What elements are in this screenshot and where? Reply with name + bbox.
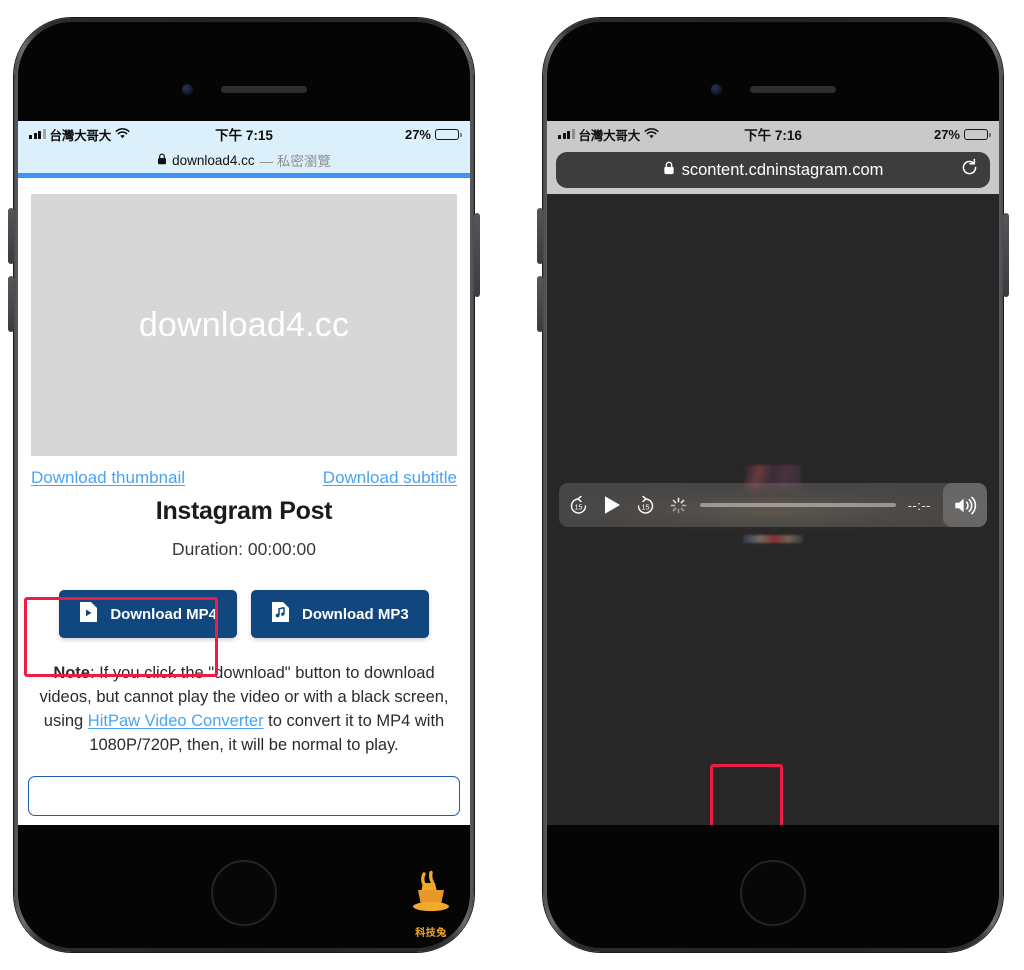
left-sensor-row	[18, 84, 470, 95]
volume-down-button-right[interactable]	[537, 276, 543, 332]
play-icon[interactable]	[602, 494, 622, 516]
file-video-icon	[79, 601, 98, 627]
front-camera-icon	[181, 84, 193, 95]
cellular-bars-icon	[558, 129, 575, 139]
right-sensor-row	[547, 84, 999, 95]
battery-percent-label: 27%	[404, 126, 431, 142]
forward-15-icon[interactable]: 15	[634, 494, 657, 517]
video-progress-slider[interactable]	[700, 503, 896, 507]
download-mp3-label: Download MP3	[302, 605, 409, 623]
power-button[interactable]	[474, 213, 480, 297]
left-phone-body: 台灣大哥大 下午 7:15 27% download4.cc — 私密瀏覽 do…	[18, 22, 470, 948]
video-thumbnail-placeholder: download4.cc	[31, 194, 457, 456]
carrier-label: 台灣大哥大	[49, 128, 112, 143]
right-url-bar-container: scontent.cdninstagram.com	[547, 147, 999, 194]
volume-up-button[interactable]	[8, 208, 14, 264]
left-status-right: 27%	[404, 126, 462, 142]
battery-icon	[435, 128, 462, 140]
note-paragraph: Note: If you click the "download" button…	[32, 662, 456, 758]
video-time-label: --:--	[907, 497, 931, 513]
lock-icon	[157, 153, 167, 168]
page-title: Instagram Post	[155, 497, 333, 525]
download-mp3-button[interactable]: Download MP3	[251, 590, 429, 638]
home-button[interactable]	[211, 860, 277, 926]
download-links-row: Download thumbnail Download subtitle	[18, 456, 470, 488]
right-status-left: 台灣大哥大	[558, 125, 659, 144]
left-phone-frame: 台灣大哥大 下午 7:15 27% download4.cc — 私密瀏覽 do…	[8, 18, 480, 952]
video-player-area[interactable]: 15 15 --:--	[547, 194, 999, 825]
download-mp4-button[interactable]: Download MP4	[59, 590, 237, 638]
left-status-bar: 台灣大哥大 下午 7:15 27%	[18, 121, 470, 147]
share-button-highlight	[710, 764, 783, 825]
watermark-label: 科技兔	[415, 928, 447, 939]
download-subtitle-link[interactable]: Download subtitle	[323, 468, 457, 488]
volume-down-button[interactable]	[8, 276, 14, 332]
download-mp4-label: Download MP4	[110, 605, 217, 623]
carrier-label: 台灣大哥大	[578, 128, 641, 143]
video-frame-artifact-bottom	[743, 535, 803, 543]
file-audio-icon	[271, 601, 290, 627]
right-phone-frame: 台灣大哥大 下午 7:16 27% scontent.cdninstagram.…	[537, 18, 1009, 952]
url-host-label: download4.cc	[172, 152, 255, 168]
url-host-label: scontent.cdninstagram.com	[681, 160, 884, 179]
hitpaw-converter-link[interactable]: HitPaw Video Converter	[88, 712, 264, 730]
svg-text:15: 15	[575, 503, 583, 511]
svg-text:15: 15	[642, 503, 650, 511]
download-thumbnail-link[interactable]: Download thumbnail	[31, 468, 185, 488]
volume-up-button-right[interactable]	[537, 208, 543, 264]
watermark: 科技兔	[400, 868, 462, 939]
right-phone-body: 台灣大哥大 下午 7:16 27% scontent.cdninstagram.…	[547, 22, 999, 948]
wifi-icon	[644, 127, 659, 142]
screenshot-canvas: 台灣大哥大 下午 7:15 27% download4.cc — 私密瀏覽 do…	[0, 0, 1024, 970]
earpiece-speaker	[749, 86, 836, 93]
video-controls-bar: 15 15 --:--	[559, 483, 987, 527]
download-buttons-row: Download MP4 Download MP3	[18, 590, 470, 638]
left-status-left: 台灣大哥大	[29, 125, 130, 144]
thumbnail-watermark-text: download4.cc	[138, 305, 350, 344]
wifi-icon	[115, 127, 130, 142]
right-status-right: 27%	[933, 126, 991, 142]
right-url-bar[interactable]: scontent.cdninstagram.com	[556, 152, 990, 188]
private-browsing-label: — 私密瀏覽	[259, 154, 331, 169]
left-url-bar[interactable]: download4.cc — 私密瀏覽	[18, 147, 470, 173]
front-camera-icon	[710, 84, 722, 95]
right-phone-screen: 台灣大哥大 下午 7:16 27% scontent.cdninstagram.…	[547, 121, 999, 825]
left-phone-screen: 台灣大哥大 下午 7:15 27% download4.cc — 私密瀏覽 do…	[18, 121, 470, 825]
earpiece-speaker	[220, 86, 307, 93]
left-page-content: download4.cc Download thumbnail Download…	[18, 178, 470, 825]
power-button-right[interactable]	[1003, 213, 1009, 297]
url-input-box[interactable]	[28, 775, 460, 816]
reload-icon[interactable]	[960, 158, 979, 182]
rewind-15-icon[interactable]: 15	[567, 494, 590, 517]
volume-icon[interactable]	[943, 483, 987, 527]
right-status-bar: 台灣大哥大 下午 7:16 27%	[547, 121, 999, 147]
note-prefix-label: Note	[53, 664, 90, 682]
duration-label: Duration: 00:00:00	[172, 539, 316, 559]
home-button[interactable]	[740, 860, 806, 926]
battery-percent-label: 27%	[933, 126, 960, 142]
battery-icon	[964, 128, 991, 140]
cellular-bars-icon	[29, 129, 46, 139]
loading-spinner-icon	[669, 496, 688, 515]
lock-icon	[663, 161, 675, 180]
rabbit-in-hat-icon	[404, 870, 458, 922]
